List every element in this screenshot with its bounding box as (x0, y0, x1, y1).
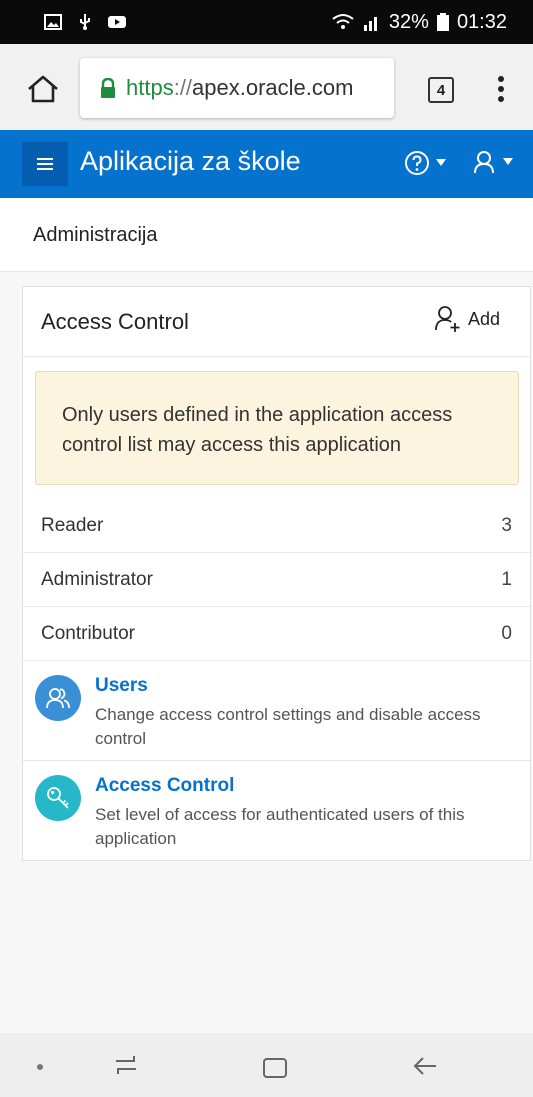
address-bar[interactable]: https://apex.oracle.com (80, 58, 394, 118)
user-menu-button[interactable] (473, 150, 513, 174)
recent-apps-icon[interactable] (112, 1053, 140, 1077)
youtube-icon (108, 16, 126, 28)
link-description: Change access control settings and disab… (95, 705, 481, 748)
role-label: Administrator (41, 568, 153, 590)
breadcrumb: Administracija (33, 224, 158, 246)
user-icon (474, 151, 494, 174)
help-icon (405, 151, 429, 175)
status-bar: 32% 01:32 (0, 0, 533, 44)
url-host: apex.oracle.com (192, 75, 354, 100)
breadcrumb-region: Administracija (0, 198, 533, 272)
lock-icon (101, 78, 115, 98)
signal-icon (363, 17, 377, 31)
usb-icon (80, 14, 90, 30)
add-user-button[interactable]: Add (434, 305, 500, 333)
link-title[interactable]: Access Control (95, 775, 234, 797)
access-control-card: Access Control Add Only users defined in… (22, 286, 531, 861)
link-description: Set level of access for authenticated us… (95, 805, 465, 848)
wifi-icon (332, 14, 354, 29)
url-scheme: https (126, 75, 174, 100)
add-user-icon (435, 306, 460, 332)
app-title[interactable]: Aplikacija za škole (80, 146, 301, 177)
help-menu-button[interactable] (404, 150, 446, 176)
key-icon (35, 775, 81, 821)
hamburger-icon (37, 158, 53, 170)
role-row-reader: Reader 3 (23, 499, 530, 553)
status-system: 32% 01:32 (331, 11, 507, 34)
battery-icon (436, 13, 449, 31)
users-icon (35, 675, 81, 721)
clock: 01:32 (456, 10, 507, 33)
role-row-administrator: Administrator 1 (23, 553, 530, 607)
role-count: 1 (501, 568, 512, 590)
home-nav-icon[interactable] (262, 1057, 288, 1079)
app-header: Aplikacija za škole (0, 130, 533, 198)
nav-dot-indicator (37, 1064, 43, 1070)
gallery-icon (44, 14, 62, 30)
role-row-contributor: Contributor 0 (23, 607, 530, 661)
chevron-down-icon (503, 158, 513, 165)
role-count: 0 (501, 622, 512, 644)
role-label: Contributor (41, 622, 135, 644)
link-title[interactable]: Users (95, 675, 148, 697)
link-users[interactable]: Users Change access control settings and… (23, 661, 530, 761)
nav-menu-button[interactable] (22, 142, 68, 186)
more-vert-icon[interactable] (494, 74, 508, 104)
add-button-label: Add (467, 308, 500, 329)
browser-toolbar: https://apex.oracle.com 4 (0, 44, 533, 130)
role-label: Reader (41, 514, 104, 536)
settings-link-list: Users Change access control settings and… (23, 661, 530, 861)
card-title: Access Control (41, 309, 189, 334)
role-count-list: Reader 3 Administrator 1 Contributor 0 (23, 499, 530, 661)
android-navigation-bar (0, 1033, 533, 1097)
chevron-down-icon (436, 159, 446, 166)
battery-percent: 32% (388, 10, 429, 33)
link-access-control[interactable]: Access Control Set level of access for a… (23, 761, 530, 861)
card-header: Access Control Add (23, 287, 530, 357)
back-icon[interactable] (412, 1055, 438, 1077)
status-notifications (44, 14, 126, 30)
home-icon[interactable] (26, 74, 60, 104)
tab-switcher-button[interactable]: 4 (428, 77, 454, 103)
role-count: 3 (501, 514, 512, 536)
url-separator: :// (173, 75, 193, 100)
access-warning-alert: Only users defined in the application ac… (35, 371, 519, 485)
